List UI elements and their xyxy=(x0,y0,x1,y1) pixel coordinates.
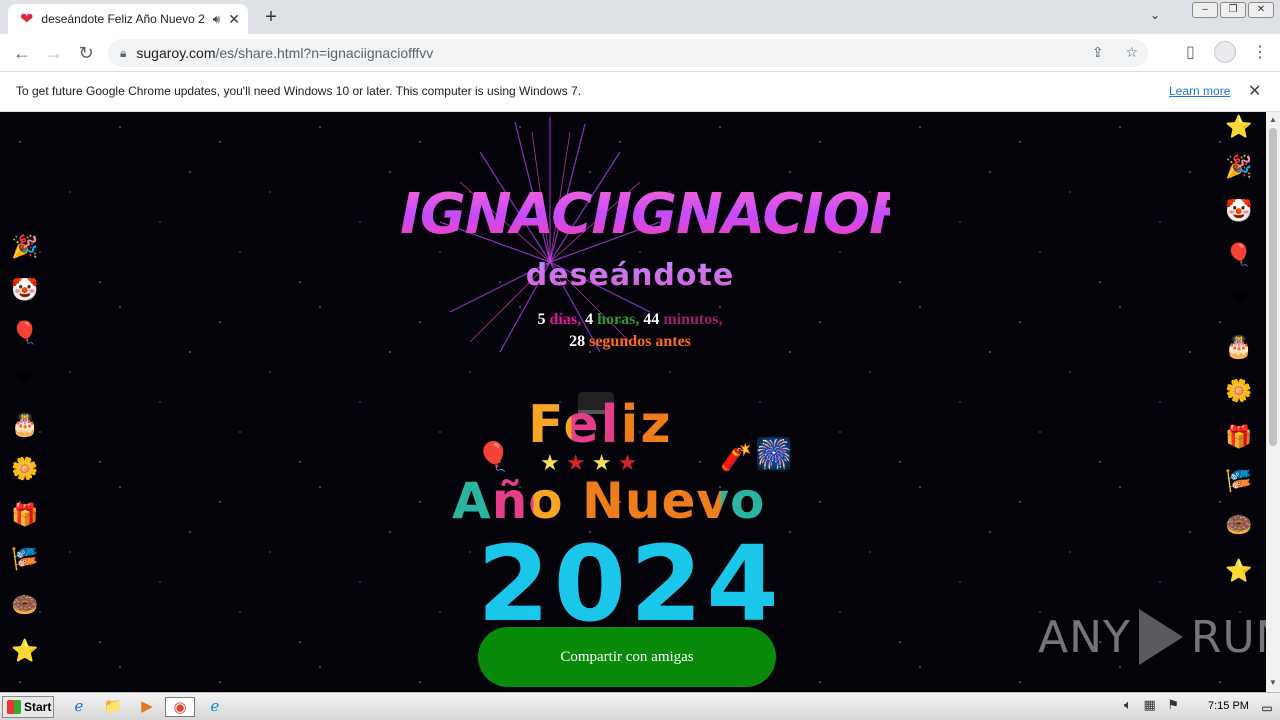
windows-taskbar: Start ℯ 📁 ▶ ◉ ℯ 🔈︎ ▦ ⚑ 7:15 PM ▭ xyxy=(0,692,1280,720)
menu-kebab-icon[interactable]: ⋮ xyxy=(1252,42,1268,62)
internet-explorer-icon[interactable]: ℯ xyxy=(68,697,90,717)
browser-tab[interactable]: ❤ deseándote Feliz Año Nuevo 20 🔊︎ ✕ xyxy=(8,4,248,34)
tab-close-icon[interactable]: ✕ xyxy=(228,11,240,28)
scroll-thumb[interactable] xyxy=(1269,128,1277,446)
lock-icon[interactable]: 🔒︎ xyxy=(120,46,126,61)
anyrun-watermark: ANY RUN xyxy=(1038,609,1266,665)
party-popper-icon: 🎉 xyxy=(11,234,39,259)
update-infobar: To get future Google Chrome updates, you… xyxy=(0,72,1280,112)
star-icon: ⭐ xyxy=(11,638,39,663)
days-label: días, xyxy=(549,311,582,328)
learn-more-link[interactable]: Learn more xyxy=(1169,84,1230,98)
seconds-number: 28 xyxy=(569,333,586,350)
network-icon[interactable]: ▦ xyxy=(1143,697,1155,712)
show-desktop-icon[interactable]: ▭ xyxy=(1256,698,1278,718)
page-scrollbar[interactable]: ▲ ▼ xyxy=(1266,112,1280,692)
bunting-icon: 🎏 xyxy=(1225,468,1253,493)
close-window-icon[interactable]: ✕ xyxy=(1248,2,1274,18)
taskbar-clock[interactable]: 7:15 PM xyxy=(1208,700,1249,712)
cake-icon: 🎂 xyxy=(11,412,39,437)
days-number: 5 xyxy=(537,311,546,328)
minimize-icon[interactable]: – xyxy=(1192,2,1218,18)
windows-flag-icon xyxy=(7,700,21,714)
gift-icon: 🎁 xyxy=(11,502,39,527)
tab-search-chevron-icon[interactable]: ⌄ xyxy=(1150,8,1160,22)
greeting-line-2: Año Nuevo xyxy=(452,472,766,530)
side-panel-icon[interactable]: ▯ xyxy=(1186,42,1195,62)
back-icon[interactable]: ← xyxy=(10,41,34,65)
action-center-flag-icon[interactable]: ⚑ xyxy=(1167,697,1179,712)
volume-icon[interactable]: 🔈︎ xyxy=(1124,697,1132,712)
greeting-page: 🎉 🤡 🎈 ❤ 🎂 🌼 🎁 🎏 🍩 ⭐ ⭐ 🎉 🤡 🎈 ❤ 🎂 🌼 🎁 🎏 🍩 … xyxy=(0,112,1266,692)
flower-pot-icon: 🌼 xyxy=(11,456,39,481)
countdown-timer: 5 días, 4 horas, 44 minutos, 28 segundos… xyxy=(440,309,820,353)
watermark-left-text: ANY xyxy=(1038,611,1131,663)
hours-number: 4 xyxy=(585,311,594,328)
bookmark-star-icon[interactable]: ☆ xyxy=(1125,44,1138,60)
greeting-line-1: Feliz xyxy=(528,395,673,455)
heart-favicon-icon: ❤ xyxy=(20,11,34,28)
firework-icon: 🎆 xyxy=(755,438,793,471)
wish-text: deseándote xyxy=(420,258,840,293)
address-bar[interactable]: 🔒︎ sugaroy.com/es/share.html?n=ignaciign… xyxy=(108,39,1148,67)
infobar-message: To get future Google Chrome updates, you… xyxy=(16,84,582,98)
url-path: /es/share.html?n=ignaciignaciofffvv xyxy=(215,45,434,61)
share-with-friends-button[interactable]: Compartir con amigas xyxy=(478,627,776,687)
start-label: Start xyxy=(24,700,52,714)
start-button[interactable]: Start xyxy=(2,696,54,718)
profile-avatar-icon[interactable] xyxy=(1214,41,1236,63)
scroll-down-icon[interactable]: ▼ xyxy=(1269,678,1277,687)
recipient-name: IGNACIIGNACIOFFFVV xyxy=(400,182,1066,247)
share-icon[interactable]: ⇪ xyxy=(1092,44,1104,60)
media-player-icon[interactable]: ▶ xyxy=(136,697,158,717)
bunting-icon: 🎏 xyxy=(11,546,39,571)
minutes-number: 44 xyxy=(643,311,660,328)
hours-label: horas, xyxy=(597,311,640,328)
party-popper-icon: 🎉 xyxy=(1225,154,1253,179)
chrome-taskbar-icon[interactable]: ◉ xyxy=(165,697,195,717)
play-triangle-icon xyxy=(1138,609,1183,665)
donut-icon: 🍩 xyxy=(1225,512,1253,537)
scroll-up-icon[interactable]: ▲ xyxy=(1269,115,1277,124)
watermark-right-text: RUN xyxy=(1190,611,1266,663)
tab-strip: ❤ deseándote Feliz Año Nuevo 20 🔊︎ ✕ + ⌄… xyxy=(0,0,1280,34)
balloons-icon: 🎈 xyxy=(1225,242,1253,267)
hearts-icon: ❤ xyxy=(15,366,35,391)
minutes-label: minutos, xyxy=(663,311,723,328)
infobar-close-icon[interactable]: ✕ xyxy=(1248,81,1261,101)
forward-icon[interactable]: → xyxy=(42,41,66,65)
star-icon: ⭐ xyxy=(1225,114,1253,139)
donut-icon: 🍩 xyxy=(11,592,39,617)
gift-icon: 🎁 xyxy=(1225,424,1253,449)
hearts-icon: ❤ xyxy=(1229,286,1249,311)
cake-icon: 🎂 xyxy=(1225,334,1253,359)
tab-title: deseándote Feliz Año Nuevo 20 xyxy=(41,12,205,26)
url-host: sugaroy.com xyxy=(136,45,216,61)
restore-icon[interactable]: ❐ xyxy=(1220,2,1246,18)
window-controls: – ❐ ✕ xyxy=(1190,2,1274,18)
system-tray: 🔈︎ ▦ ⚑ xyxy=(1124,697,1187,713)
balloons-icon: 🎈 xyxy=(476,441,511,472)
flower-pot-icon: 🌼 xyxy=(1225,378,1253,403)
new-tab-icon[interactable]: + xyxy=(258,4,284,30)
balloons-icon: 🎈 xyxy=(11,320,39,345)
seconds-label: segundos antes xyxy=(589,333,691,350)
edge-icon[interactable]: ℯ xyxy=(204,697,226,717)
star-icon: ⭐ xyxy=(1225,558,1253,583)
speaker-icon[interactable]: 🔊︎ xyxy=(213,12,221,27)
clown-face-icon: 🤡 xyxy=(1225,198,1253,223)
file-explorer-icon[interactable]: 📁 xyxy=(102,697,124,717)
clown-face-icon: 🤡 xyxy=(11,277,39,302)
firecracker-icon: 🧨 xyxy=(720,442,753,472)
browser-toolbar: ← → ↻ 🔒︎ sugaroy.com/es/share.html?n=ign… xyxy=(0,34,1280,72)
year-text: 2024 xyxy=(477,523,783,645)
reload-icon[interactable]: ↻ xyxy=(74,41,98,65)
